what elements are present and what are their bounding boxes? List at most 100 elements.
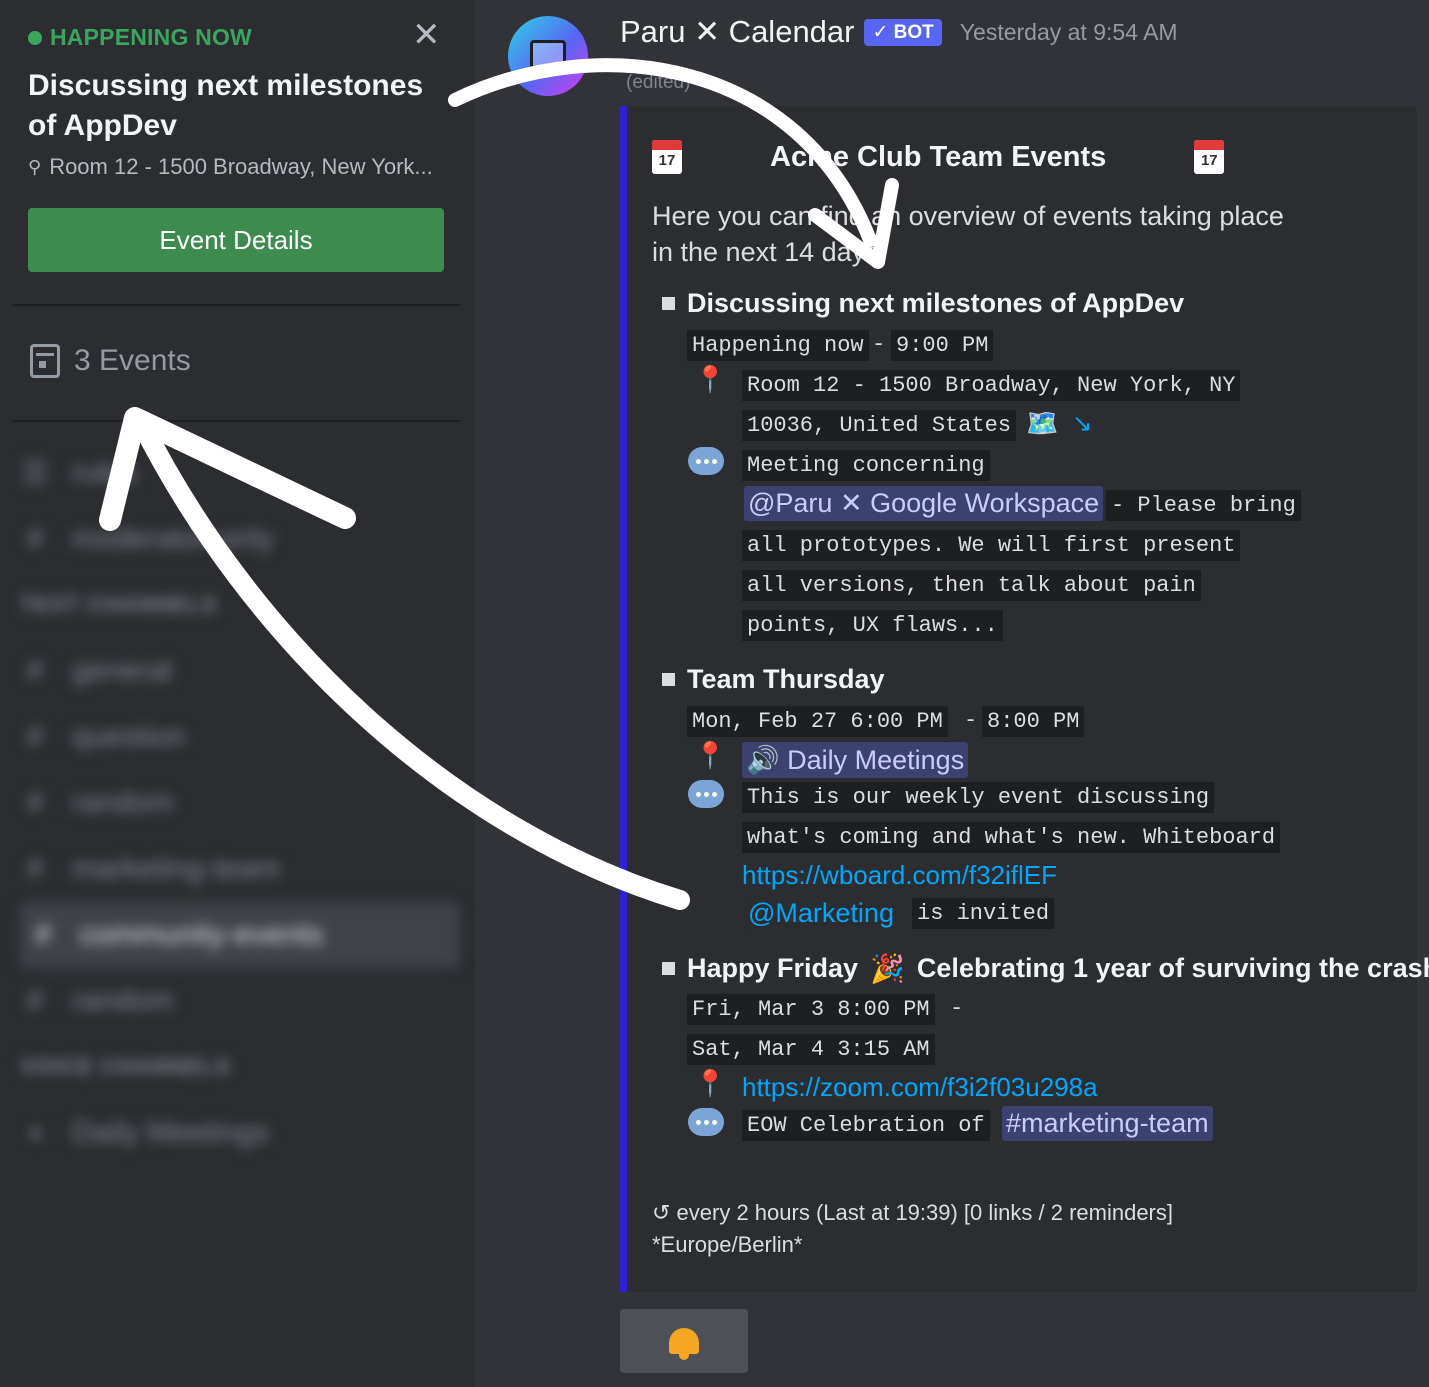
- divider: [12, 304, 460, 306]
- hash-icon: #: [34, 918, 52, 951]
- speaker-icon: ◖: [25, 1116, 45, 1149]
- channel-name: community-events: [80, 918, 324, 951]
- hash-icon: #: [26, 786, 44, 819]
- calendar-emoji-icon: 17: [1194, 140, 1225, 174]
- event-1-title-row: Discussing next milestones of AppDev: [662, 288, 1184, 319]
- channel-name: general: [72, 654, 173, 687]
- event-description-line: all versions, then talk about pain: [742, 570, 1201, 601]
- event-description-line: is invited: [912, 898, 1055, 929]
- calendar-emoji-icon: 17: [652, 140, 682, 174]
- event-title-cont: Celebrating 1 year of surviving the cras…: [916, 953, 1429, 983]
- message-timestamp: Yesterday at 9:54 AM: [959, 18, 1178, 45]
- channel-item[interactable]: # random: [20, 770, 460, 836]
- event-title: Happy Friday: [687, 953, 859, 983]
- embed-footer-schedule: ↺ every 2 hours (Last at 19:39) [0 links…: [652, 1200, 1173, 1225]
- channel-name: question: [72, 720, 186, 753]
- channel-category[interactable]: VOICE CHANNELS: [20, 1034, 460, 1100]
- time-separator: -: [950, 996, 964, 1021]
- channel-name: marketing-team: [72, 852, 281, 885]
- embed-description: Here you can find an overview of events …: [652, 201, 1284, 267]
- author-name[interactable]: Paru ✕ Calendar: [620, 14, 854, 50]
- hash-icon: #: [26, 852, 44, 885]
- channel-icon: ☰: [21, 456, 49, 490]
- channel-item[interactable]: # marketing-team: [20, 836, 460, 902]
- channel-name: random: [72, 786, 174, 819]
- active-event-location: ⚲ Room 12 - 1500 Broadway, New York...: [28, 154, 433, 180]
- category-name: VOICE CHANNELS: [20, 1054, 231, 1079]
- channel-item[interactable]: ☰ rules: [20, 440, 460, 506]
- zoom-link[interactable]: https://zoom.com/f3i2f03u298a: [742, 1072, 1098, 1103]
- time-separator: -: [872, 332, 886, 357]
- channel-category[interactable]: TEXT CHANNELS: [20, 572, 460, 638]
- role-mention[interactable]: @Marketing: [744, 896, 898, 931]
- event-description-line: points, UX flaws...: [742, 610, 1003, 641]
- event-2-title-row: Team Thursday: [662, 664, 885, 695]
- bullet-icon: [662, 673, 675, 686]
- event-time-end: 8:00 PM: [982, 706, 1085, 737]
- event-description-line: Meeting concerning: [742, 450, 990, 481]
- channel-name: Daily Meetings: [72, 1116, 269, 1149]
- event-time-start: Happening now: [687, 330, 869, 361]
- party-popper-icon: 🎉: [870, 953, 905, 984]
- event-description-line: This is our weekly event discussing: [742, 782, 1215, 813]
- map-icon[interactable]: 🗺️: [1026, 410, 1058, 436]
- active-event-title: Discussing next milestones of AppDev: [28, 69, 424, 142]
- time-separator: -: [964, 708, 978, 733]
- events-count-button[interactable]: 3 Events: [30, 344, 191, 378]
- message-header: Paru ✕ Calendar ✓ BOT Yesterday at 9:54 …: [620, 14, 1178, 50]
- event-title: Discussing next milestones of AppDev: [687, 288, 1185, 318]
- category-name: TEXT CHANNELS: [20, 592, 218, 617]
- channel-item-selected[interactable]: # community-events: [20, 902, 460, 968]
- hash-icon: #: [26, 720, 44, 753]
- channel-mention[interactable]: #marketing-team: [1002, 1106, 1213, 1141]
- channel-sidebar: HAPPENING NOW ✕ Discussing next mileston…: [0, 0, 475, 1387]
- channel-item[interactable]: # general: [20, 638, 460, 704]
- calendar-icon: [530, 40, 566, 72]
- happening-now-text: HAPPENING NOW: [50, 24, 252, 50]
- close-icon[interactable]: ✕: [412, 18, 441, 52]
- embed-title: Acme Club Team Events: [770, 140, 1107, 173]
- speech-bubble-icon: [688, 447, 724, 475]
- event-location-line: Room 12 - 1500 Broadway, New York, NY: [742, 370, 1241, 401]
- hash-icon: #: [26, 654, 44, 687]
- event-end: Sat, Mar 4 3:15 AM: [687, 1034, 935, 1065]
- live-dot-icon: [28, 30, 42, 45]
- event-title: Team Thursday: [687, 664, 885, 694]
- channel-name: rules: [72, 456, 138, 489]
- whiteboard-link[interactable]: https://wboard.com/f32iflEF: [742, 860, 1057, 891]
- event-details-button[interactable]: Event Details: [28, 208, 444, 272]
- embed-footer-timezone: *Europe/Berlin*: [652, 1232, 803, 1257]
- blurred-channel-list: ☰ rules # moderator-only TEXT CHANNELS # ge…: [20, 440, 460, 1166]
- event-description-line: what's coming and what's new. Whiteboard: [742, 822, 1281, 853]
- bullet-icon: [662, 962, 675, 975]
- divider: [12, 420, 460, 422]
- voice-channel-item[interactable]: ◖ Daily Meetings: [20, 1100, 460, 1166]
- channel-item[interactable]: # question: [20, 704, 460, 770]
- user-mention[interactable]: @Paru ✕ Google Workspace: [744, 486, 1104, 521]
- channel-name: random: [72, 984, 174, 1017]
- event-time-end: 9:00 PM: [891, 330, 994, 361]
- event-description-line: EOW Celebration of: [742, 1110, 990, 1141]
- pin-icon: 📍: [694, 1068, 727, 1098]
- bot-avatar[interactable]: [508, 16, 588, 96]
- bullet-icon: [662, 297, 675, 310]
- hash-icon: #: [26, 522, 44, 555]
- embed-title-row: 17 Acme Club Team Events 17: [652, 140, 1252, 174]
- happening-now-label: HAPPENING NOW: [28, 24, 252, 51]
- active-event-location-text: Room 12 - 1500 Broadway, New York...: [49, 154, 433, 179]
- edited-label: (edited): [626, 72, 691, 93]
- arrow-icon[interactable]: ↘: [1072, 412, 1092, 436]
- location-icon: ⚲: [28, 156, 42, 177]
- event-description-line: all prototypes. We will first present: [742, 530, 1241, 561]
- reminder-button[interactable]: [620, 1309, 748, 1373]
- channel-item[interactable]: # random: [20, 968, 460, 1034]
- voice-channel-mention[interactable]: 🔊 Daily Meetings: [742, 742, 969, 778]
- channel-name: moderator-only: [72, 522, 274, 555]
- channel-item[interactable]: # moderator-only: [20, 506, 460, 572]
- event-3-title-row: Happy Friday 🎉 Celebrating 1 year of sur…: [662, 952, 1429, 985]
- hash-icon: #: [26, 984, 44, 1017]
- pin-icon: 📍: [694, 740, 727, 770]
- event-location-line: 10036, United States: [742, 410, 1017, 441]
- event-description-line: - Please bring: [1106, 490, 1301, 521]
- calendar-icon: [30, 344, 60, 378]
